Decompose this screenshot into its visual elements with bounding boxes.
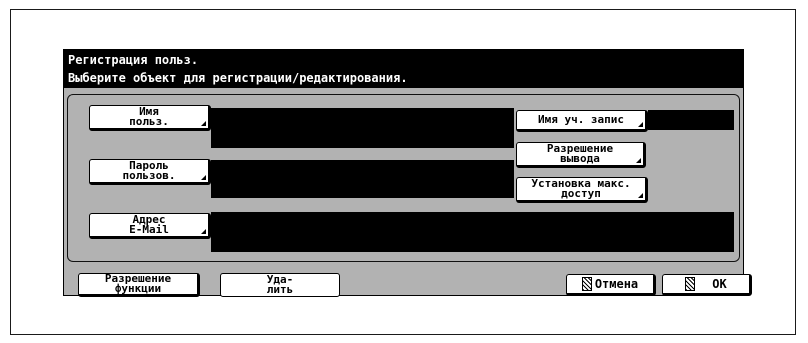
user-name-field[interactable] [211,108,514,148]
password-label: Пароль пользов. [122,159,176,182]
delete-button[interactable]: Уда- лить [220,273,340,297]
cancel-label: Отмена [594,277,639,291]
dialog-header: Регистрация польз. Выберите объект для р… [63,49,744,87]
account-name-button[interactable]: Имя уч. запис [516,110,648,132]
email-field[interactable] [211,212,734,252]
account-name-field[interactable] [648,110,734,130]
ok-button[interactable]: OK [662,274,752,296]
dialog-instruction: Выберите объект для регистрации/редактир… [68,71,408,85]
password-button[interactable]: Пароль пользов. [89,159,211,185]
account-name-label: Имя уч. запис [537,113,625,126]
function-permission-button[interactable]: Разрешение функции [78,273,200,297]
email-button[interactable]: Адрес E-Mail [89,213,211,239]
user-name-label: Имя польз. [129,105,169,128]
ok-icon [685,277,696,291]
dialog-title: Регистрация польз. [68,53,199,67]
cancel-icon [581,277,592,291]
corner-marker-icon [638,193,643,198]
output-permission-label: Разрешение вывода [546,142,614,165]
corner-marker-icon [201,175,206,180]
cancel-button[interactable]: Отмена [566,274,656,296]
max-access-button[interactable]: Установка макс. доступ [516,177,648,203]
corner-marker-icon [201,121,206,126]
output-permission-button[interactable]: Разрешение вывода [516,142,646,168]
ok-label: OK [712,277,727,291]
corner-marker-icon [638,122,643,127]
delete-label: Уда- лить [266,273,294,296]
max-access-label: Установка макс. доступ [531,177,631,200]
corner-marker-icon [636,158,641,163]
function-permission-label: Разрешение функции [104,272,172,295]
user-name-button[interactable]: Имя польз. [89,105,211,131]
password-field[interactable] [211,160,514,198]
corner-marker-icon [201,229,206,234]
email-label: Адрес E-Mail [129,213,169,236]
